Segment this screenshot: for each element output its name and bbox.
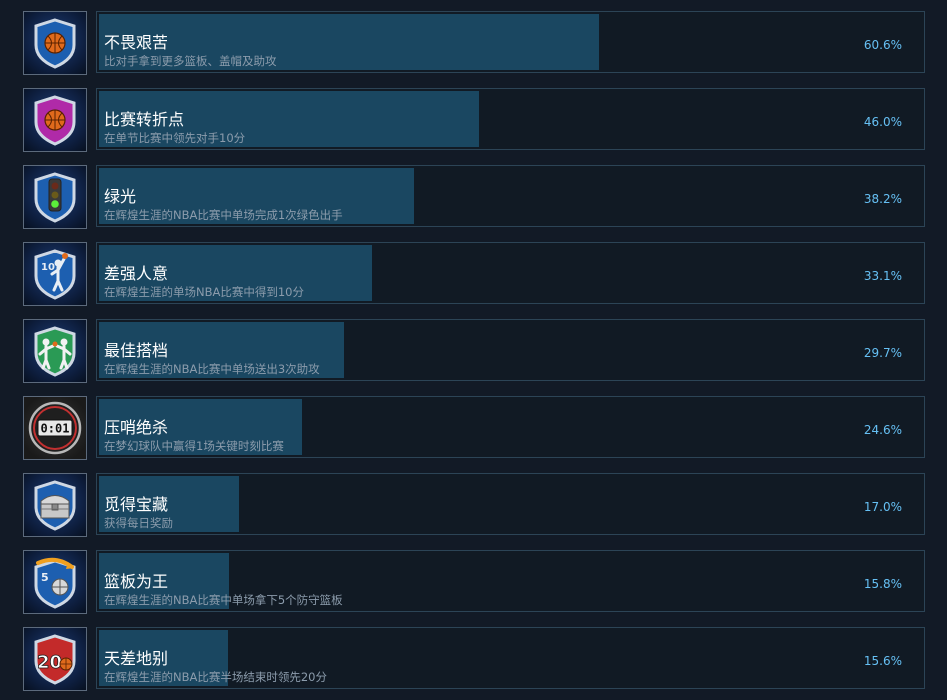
achievement-title: 天差地别	[104, 649, 169, 668]
basketball-shield-purple-icon	[23, 88, 87, 152]
progress-bar: 觅得宝藏 获得每日奖励 17.0%	[96, 473, 925, 535]
achievement-row[interactable]: 绿光 在辉煌生涯的NBA比赛中单场完成1次绿色出手 38.2%	[23, 165, 925, 229]
achievement-row[interactable]: 20 天差地别 在辉煌生涯的NBA比赛半场结束时领先20分 15.6%	[23, 627, 925, 691]
achievement-description: 在梦幻球队中赢得1场关键时刻比赛	[104, 439, 284, 453]
lead-twenty-icon: 20	[23, 627, 87, 691]
achievement-row[interactable]: 觅得宝藏 获得每日奖励 17.0%	[23, 473, 925, 537]
progress-bar: 差强人意 在辉煌生涯的单场NBA比赛中得到10分 33.1%	[96, 242, 925, 304]
achievement-row[interactable]: 最佳搭档 在辉煌生涯的NBA比赛中单场送出3次助攻 29.7%	[23, 319, 925, 383]
achievement-description: 在辉煌生涯的单场NBA比赛中得到10分	[104, 285, 304, 299]
lead-badge-text: 20	[37, 652, 62, 673]
unlock-percentage: 17.0%	[863, 500, 902, 514]
achievement-description: 获得每日奖励	[104, 516, 173, 530]
achievement-row[interactable]: 不畏艰苦 比对手拿到更多篮板、盖帽及助攻 60.6%	[23, 11, 925, 75]
progress-bar: 天差地别 在辉煌生涯的NBA比赛半场结束时领先20分 15.6%	[96, 627, 925, 689]
assist-players-icon	[23, 319, 87, 383]
unlock-percentage: 46.0%	[863, 115, 902, 129]
svg-text:10: 10	[41, 262, 55, 273]
achievement-description: 在单节比赛中领先对手10分	[104, 131, 246, 145]
shot-clock-text: 0:01	[41, 422, 70, 436]
unlock-percentage: 60.6%	[863, 38, 902, 52]
achievement-row[interactable]: 10 差强人意 在辉煌生涯的单场NBA比赛中得到10分 33.1%	[23, 242, 925, 306]
achievement-title: 不畏艰苦	[104, 33, 169, 52]
achievement-list: 不畏艰苦 比对手拿到更多篮板、盖帽及助攻 60.6% 比赛转折点 在单节比赛中领…	[0, 0, 947, 700]
achievement-title: 差强人意	[104, 264, 169, 283]
basketball-shield-blue-icon	[23, 11, 87, 75]
treasure-chest-icon	[23, 473, 87, 537]
rebound-badge-text: 5	[41, 571, 49, 584]
achievement-title: 压哨绝杀	[104, 418, 169, 437]
traffic-light-icon	[23, 165, 87, 229]
achievement-title: 觅得宝藏	[104, 495, 169, 514]
progress-bar: 压哨绝杀 在梦幻球队中赢得1场关键时刻比赛 24.6%	[96, 396, 925, 458]
achievement-title: 最佳搭档	[104, 341, 169, 360]
unlock-percentage: 24.6%	[863, 423, 902, 437]
unlock-percentage: 38.2%	[863, 192, 902, 206]
achievement-description: 在辉煌生涯的NBA比赛半场结束时领先20分	[104, 670, 327, 684]
achievement-row[interactable]: 0:01 压哨绝杀 在梦幻球队中赢得1场关键时刻比赛 24.6%	[23, 396, 925, 460]
unlock-percentage: 33.1%	[863, 269, 902, 283]
progress-bar: 比赛转折点 在单节比赛中领先对手10分 46.0%	[96, 88, 925, 150]
shot-clock-icon: 0:01	[23, 396, 87, 460]
rebound-shield-icon: 5	[23, 550, 87, 614]
achievement-title: 比赛转折点	[104, 110, 185, 129]
achievement-description: 比对手拿到更多篮板、盖帽及助攻	[104, 54, 277, 68]
achievement-description: 在辉煌生涯的NBA比赛中单场拿下5个防守篮板	[104, 593, 343, 607]
progress-bar: 最佳搭档 在辉煌生涯的NBA比赛中单场送出3次助攻 29.7%	[96, 319, 925, 381]
progress-bar: 绿光 在辉煌生涯的NBA比赛中单场完成1次绿色出手 38.2%	[96, 165, 925, 227]
unlock-percentage: 15.8%	[863, 577, 902, 591]
achievement-title: 绿光	[104, 187, 137, 206]
achievement-row[interactable]: 比赛转折点 在单节比赛中领先对手10分 46.0%	[23, 88, 925, 152]
progress-bar: 篮板为王 在辉煌生涯的NBA比赛中单场拿下5个防守篮板 15.8%	[96, 550, 925, 612]
unlock-percentage: 29.7%	[863, 346, 902, 360]
achievement-title: 篮板为王	[104, 572, 169, 591]
achievement-row[interactable]: 5 篮板为王 在辉煌生涯的NBA比赛中单场拿下5个防守篮板 15.8%	[23, 550, 925, 614]
progress-bar: 不畏艰苦 比对手拿到更多篮板、盖帽及助攻 60.6%	[96, 11, 925, 73]
player-shooting-icon: 10	[23, 242, 87, 306]
achievement-description: 在辉煌生涯的NBA比赛中单场完成1次绿色出手	[104, 208, 343, 222]
achievement-description: 在辉煌生涯的NBA比赛中单场送出3次助攻	[104, 362, 320, 376]
unlock-percentage: 15.6%	[863, 654, 902, 668]
